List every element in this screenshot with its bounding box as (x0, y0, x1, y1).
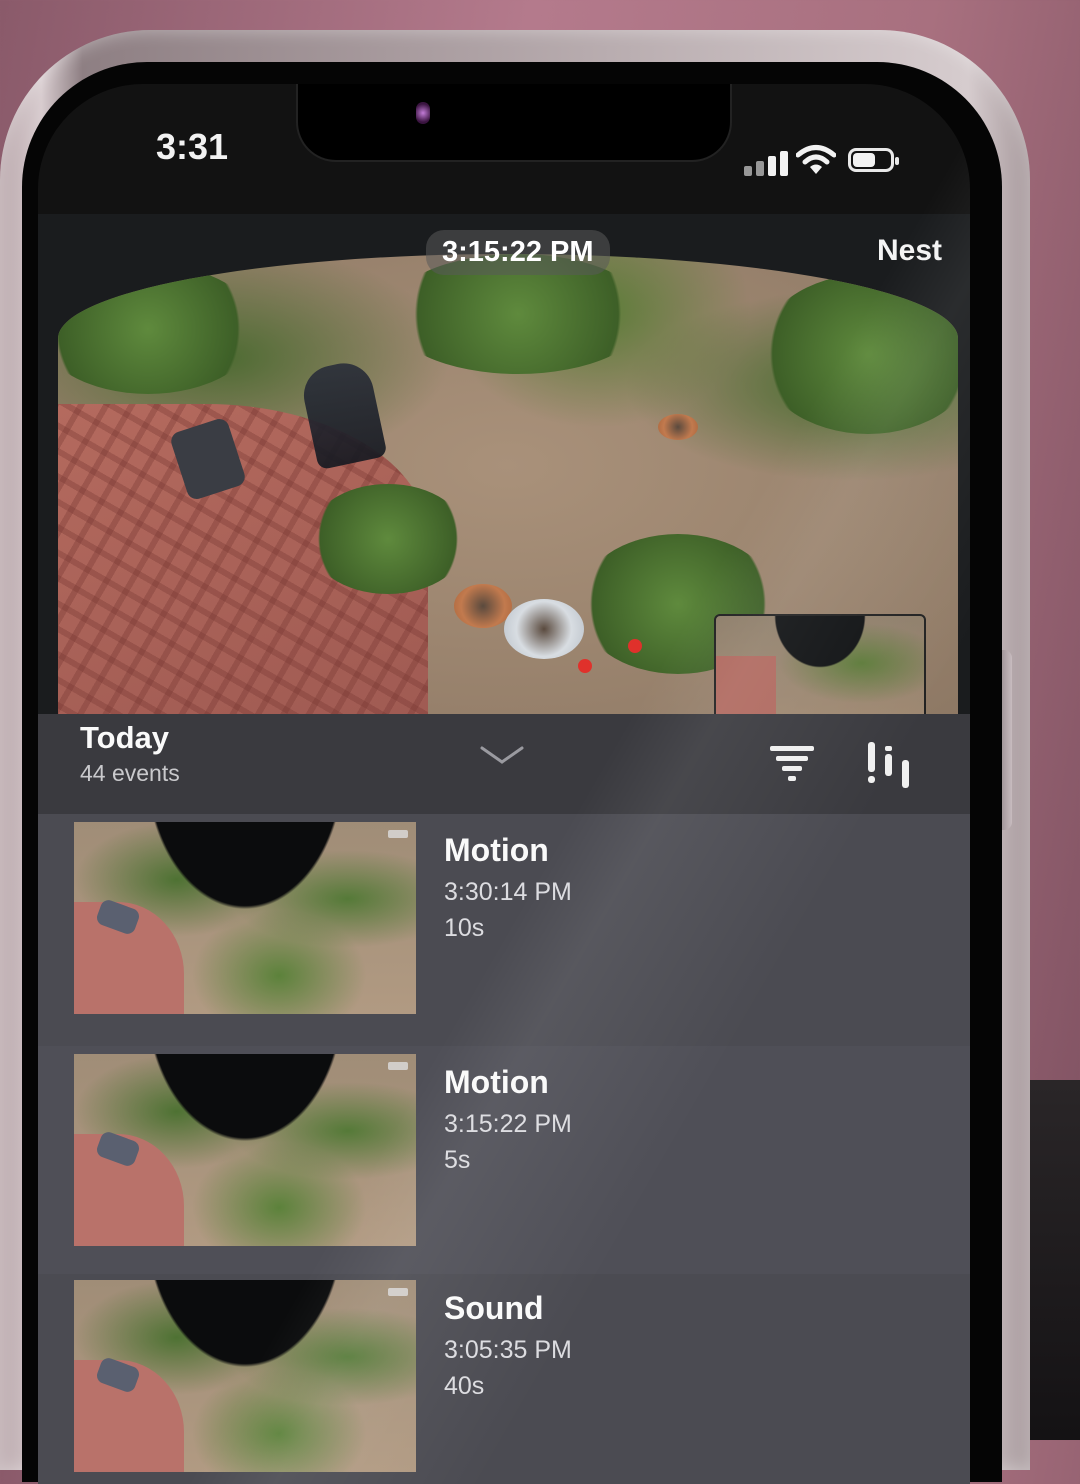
event-row[interactable]: Motion 3:15:22 PM 5s (38, 1046, 970, 1274)
events-count: 44 events (80, 760, 180, 786)
event-time: 3:05:35 PM (444, 1336, 572, 1364)
event-row[interactable]: Motion 3:30:14 PM 10s (38, 814, 970, 1042)
battery-icon (848, 148, 899, 172)
status-bar: 3:31 (38, 84, 970, 214)
flower (578, 659, 592, 673)
timeline-icon[interactable] (866, 740, 914, 790)
event-type: Motion (444, 1064, 549, 1100)
event-duration: 5s (444, 1146, 471, 1174)
event-thumbnail[interactable] (74, 1280, 416, 1472)
chevron-down-icon[interactable] (478, 744, 526, 766)
picture-in-picture-preview[interactable] (714, 614, 926, 724)
event-list: Motion 3:30:14 PM 10s Motion 3:15:22 PM … (38, 814, 970, 1484)
flower-pot (454, 584, 512, 628)
bird-bath (658, 414, 698, 440)
event-type: Sound (444, 1290, 544, 1326)
brand-watermark: Nest (876, 234, 942, 267)
event-time: 3:15:22 PM (444, 1110, 572, 1138)
event-thumbnail[interactable] (74, 822, 416, 1014)
front-camera-icon (416, 102, 430, 124)
event-thumbnail[interactable] (74, 1054, 416, 1246)
video-timestamp: 3:15:22 PM (426, 230, 610, 275)
flower (628, 639, 642, 653)
event-row[interactable]: Sound 3:05:35 PM 40s (38, 1272, 970, 1484)
filter-icon[interactable] (770, 744, 814, 784)
event-duration: 10s (444, 914, 485, 942)
flower-pot (504, 599, 584, 659)
event-type: Motion (444, 832, 549, 868)
event-duration: 40s (444, 1372, 485, 1400)
event-time: 3:30:14 PM (444, 878, 572, 906)
shrub (58, 264, 258, 394)
cellular-signal-icon (744, 150, 790, 176)
events-header: Today 44 events (38, 714, 970, 814)
wifi-icon (796, 145, 836, 174)
shrub (308, 484, 468, 594)
phone-screen: 3:31 3:15:22 PM Nest Today 44 events Mot… (38, 84, 970, 1484)
camera-feed[interactable]: 3:15:22 PM Nest (38, 214, 970, 724)
shrub (758, 274, 958, 434)
day-label: Today (80, 720, 169, 755)
notch (296, 84, 732, 162)
status-time: 3:31 (156, 126, 229, 167)
live-video[interactable] (58, 254, 958, 724)
